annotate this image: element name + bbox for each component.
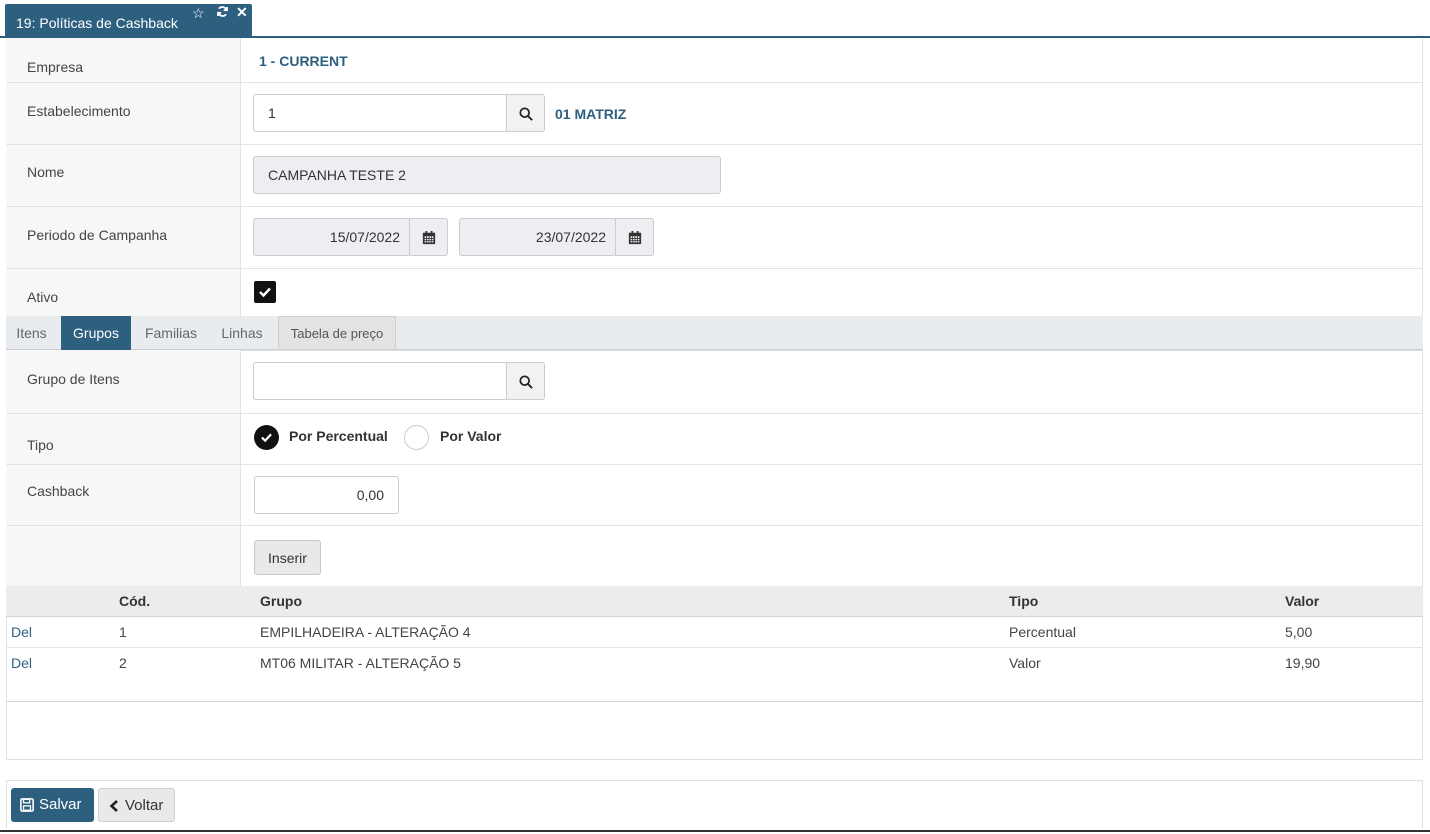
- tab-grupos[interactable]: Grupos: [61, 316, 131, 350]
- delete-link[interactable]: Del: [11, 624, 32, 640]
- cell-tipo: Percentual: [1009, 624, 1076, 640]
- tab-linhas[interactable]: Linhas: [206, 316, 278, 350]
- estabelecimento-label: Estabelecimento: [27, 103, 131, 119]
- cashback-label: Cashback: [27, 483, 90, 499]
- cell-valor: 5,00: [1285, 624, 1313, 640]
- row-insert: [6, 526, 1423, 586]
- back-button-label: Voltar: [125, 797, 164, 814]
- col-header-grupo[interactable]: Grupo: [260, 593, 302, 609]
- table-row: Del 1 EMPILHADEIRA - ALTERAÇÃO 4 Percent…: [6, 617, 1423, 648]
- window-tab-bar: 19: Políticas de Cashback ☆ ✕: [0, 0, 1430, 38]
- tipo-valor-radio[interactable]: [404, 425, 429, 450]
- row-ativo: Ativo: [6, 269, 1423, 316]
- cell-cod: 2: [119, 655, 127, 671]
- tipo-percentual-label[interactable]: Por Percentual: [289, 428, 388, 444]
- search-icon: [519, 107, 533, 121]
- window-tab[interactable]: 19: Políticas de Cashback ☆ ✕: [5, 4, 252, 37]
- row-estabelecimento: Estabelecimento 1 01 MATRIZ: [6, 83, 1423, 145]
- table-row: Del 2 MT06 MILITAR - ALTERAÇÃO 5 Valor 1…: [6, 648, 1423, 679]
- floppy-disk-icon: [20, 798, 34, 812]
- checkmark-icon: [261, 433, 272, 443]
- cell-grupo: EMPILHADEIRA - ALTERAÇÃO 4: [260, 624, 471, 640]
- row-empresa: Empresa 1 - CURRENT: [6, 38, 1423, 83]
- tab-familias[interactable]: Familias: [136, 316, 206, 350]
- table-header: Cód. Grupo Tipo Valor: [6, 586, 1423, 617]
- row-grupo-itens: Grupo de Itens: [6, 350, 1423, 414]
- refresh-icon[interactable]: [216, 5, 229, 21]
- row-cashback: Cashback 0,00: [6, 465, 1423, 526]
- estabelecimento-input[interactable]: 1: [253, 94, 507, 132]
- estabelecimento-search-button[interactable]: [506, 94, 545, 132]
- row-periodo: Periodo de Campanha 15/07/2022 23/07/202…: [6, 207, 1423, 269]
- col-header-valor[interactable]: Valor: [1285, 593, 1319, 609]
- cell-cod: 1: [119, 624, 127, 640]
- empresa-value: 1 - CURRENT: [259, 53, 348, 69]
- nome-input[interactable]: CAMPANHA TESTE 2: [253, 156, 721, 194]
- periodo-end-input[interactable]: 23/07/2022: [459, 218, 616, 256]
- grupo-itens-input[interactable]: [253, 362, 507, 400]
- nome-label: Nome: [27, 164, 65, 180]
- window-tab-title: 19: Políticas de Cashback: [16, 15, 178, 31]
- periodo-label: Periodo de Campanha: [27, 227, 168, 243]
- row-nome: Nome CAMPANHA TESTE 2: [6, 145, 1423, 207]
- ativo-label: Ativo: [27, 289, 59, 305]
- grupo-itens-search-button[interactable]: [506, 362, 545, 400]
- tipo-valor-label[interactable]: Por Valor: [440, 428, 501, 444]
- detail-tabs: Itens Grupos Familias Linhas Tabela de p…: [6, 316, 1423, 350]
- footer-bar: [6, 780, 1423, 828]
- cashback-input[interactable]: 0,00: [254, 476, 399, 514]
- row-tipo: Tipo Por Percentual Por Valor: [6, 414, 1423, 465]
- cell-grupo: MT06 MILITAR - ALTERAÇÃO 5: [260, 655, 461, 671]
- empresa-label: Empresa: [27, 59, 84, 75]
- cell-tipo: Valor: [1009, 655, 1041, 671]
- table-bottom-border: [6, 701, 1423, 702]
- ativo-checkbox[interactable]: [254, 281, 276, 303]
- calendar-icon: [422, 231, 436, 245]
- periodo-start-calendar-button[interactable]: [409, 218, 448, 256]
- star-icon[interactable]: ☆: [192, 5, 205, 22]
- checkmark-icon: [259, 287, 271, 298]
- tipo-label: Tipo: [27, 437, 54, 453]
- save-button[interactable]: Salvar: [11, 788, 94, 822]
- col-header-cod[interactable]: Cód.: [119, 593, 150, 609]
- cell-valor: 19,90: [1285, 655, 1321, 671]
- periodo-start-input[interactable]: 15/07/2022: [253, 218, 410, 256]
- save-button-label: Salvar: [39, 796, 82, 813]
- tab-itens[interactable]: Itens: [6, 316, 57, 350]
- back-button[interactable]: Voltar: [98, 788, 175, 822]
- close-icon[interactable]: ✕: [236, 4, 248, 21]
- tab-tabela-de-preco[interactable]: Tabela de preço: [278, 316, 396, 350]
- chevron-left-icon: [109, 800, 118, 812]
- calendar-icon: [628, 231, 642, 245]
- delete-link[interactable]: Del: [11, 655, 32, 671]
- col-header-tipo[interactable]: Tipo: [1009, 593, 1038, 609]
- grupo-itens-label: Grupo de Itens: [27, 371, 120, 387]
- bottom-edge: [0, 830, 1430, 832]
- estabelecimento-description: 01 MATRIZ: [555, 106, 627, 122]
- tipo-percentual-radio[interactable]: [254, 425, 279, 450]
- insert-button[interactable]: Inserir: [254, 540, 321, 575]
- search-icon: [519, 375, 533, 389]
- periodo-end-calendar-button[interactable]: [615, 218, 654, 256]
